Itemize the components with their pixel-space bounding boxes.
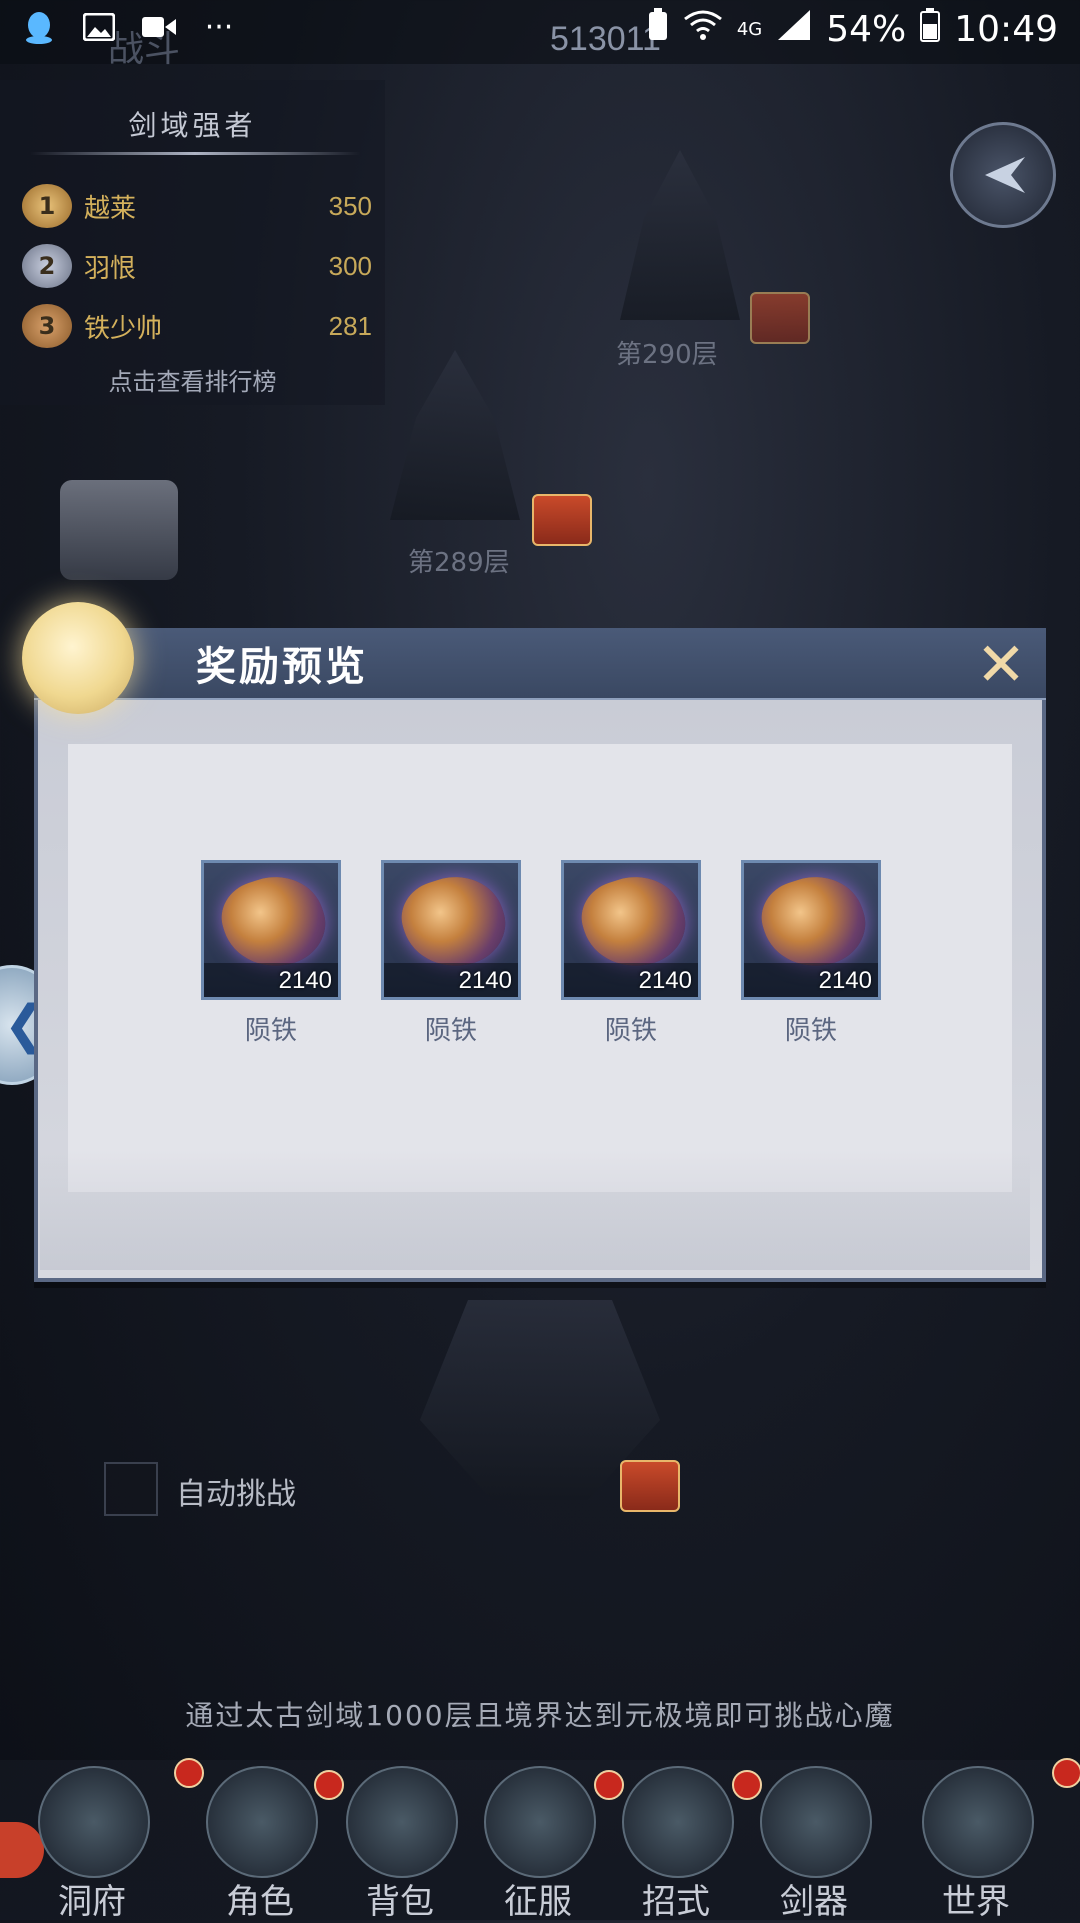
cave-house-icon: [38, 1766, 150, 1878]
qq-icon: [22, 10, 56, 44]
close-icon: ✕: [975, 630, 1027, 700]
back-button[interactable]: [950, 122, 1056, 228]
notification-badge: [1052, 1758, 1080, 1788]
reward-item[interactable]: 2140: [381, 860, 521, 1000]
video-icon: [142, 10, 176, 44]
reward-item[interactable]: 2140: [561, 860, 701, 1000]
crossed-swords-icon: [484, 1766, 596, 1878]
gift-icon[interactable]: [532, 494, 592, 546]
rank-name: 越莱: [84, 193, 137, 224]
floor-label: 第289层: [408, 548, 510, 578]
signal-icon: [776, 8, 812, 51]
item-count: 2140: [278, 967, 332, 994]
image-icon: [82, 10, 116, 44]
moon-ornament-icon: [22, 602, 134, 714]
dialog-title: 奖励预览: [196, 643, 368, 690]
floor-label: 第290层: [616, 340, 718, 370]
backpack-icon: [346, 1766, 458, 1878]
nav-label: 世界: [942, 1882, 1010, 1922]
rank-score: 300: [328, 250, 372, 281]
clock: 10:49: [954, 9, 1058, 50]
reward-item[interactable]: 2140: [201, 860, 341, 1000]
dialog-header: [34, 628, 1046, 700]
nav-dongfu[interactable]: 洞府: [30, 1766, 154, 1922]
rank-score: 350: [328, 190, 372, 221]
item-name: 陨铁: [784, 1016, 837, 1046]
tower-floor-289: [390, 350, 520, 520]
status-left-icons: ···: [22, 9, 236, 45]
rank-badge: 3: [22, 304, 72, 348]
battery-icon: [920, 8, 941, 51]
nav-world[interactable]: 世界: [914, 1766, 1038, 1922]
scroll-icon: [622, 1766, 734, 1878]
tower-floor-290: [620, 150, 740, 320]
auto-challenge-label: 自动挑战: [176, 1477, 296, 1512]
network-type: 4G: [736, 19, 763, 40]
world-map-icon: [922, 1766, 1034, 1878]
reward-item[interactable]: 2140: [741, 860, 881, 1000]
treasure-chest-icon[interactable]: [60, 480, 178, 580]
score-faint: 513011: [550, 20, 661, 58]
nav-bag[interactable]: 背包: [338, 1766, 462, 1922]
rank-row: 3 铁少帅 281: [22, 302, 372, 350]
gift-icon[interactable]: [620, 1460, 680, 1512]
item-name: 陨铁: [244, 1016, 297, 1046]
divider: [30, 152, 360, 155]
rank-row: 1 越莱 350: [22, 182, 372, 230]
rank-badge: 2: [22, 244, 72, 288]
nav-sword[interactable]: 剑器: [752, 1766, 876, 1922]
item-count: 2140: [818, 967, 872, 994]
item-name: 陨铁: [604, 1016, 657, 1046]
more-icon: ···: [204, 9, 234, 45]
rank-name: 铁少帅: [84, 313, 163, 344]
view-leaderboard-link[interactable]: 点击查看排行榜: [0, 362, 385, 397]
status-right: 4G 54% 10:49: [647, 8, 1058, 51]
close-button[interactable]: ✕: [972, 630, 1030, 700]
nav-moves[interactable]: 招式: [614, 1766, 738, 1922]
battery-saver-icon: [647, 8, 669, 51]
gift-icon[interactable]: [750, 292, 810, 344]
nav-label: 角色: [226, 1882, 294, 1922]
character-icon: [206, 1766, 318, 1878]
item-count: 2140: [458, 967, 512, 994]
sword-forge-icon: [760, 1766, 872, 1878]
nav-label: 背包: [366, 1882, 434, 1922]
rank-badge: 1: [22, 184, 72, 228]
nav-role[interactable]: 角色: [198, 1766, 322, 1922]
nav-label: 征服: [504, 1882, 572, 1922]
auto-challenge-checkbox[interactable]: [104, 1462, 158, 1516]
rank-row: 2 羽恨 300: [22, 242, 372, 290]
challenge-tip: 通过太古剑域1000层且境界达到元极境即可挑战心魔: [185, 1699, 895, 1732]
item-count: 2140: [638, 967, 692, 994]
mountain-mist-decoration: [40, 1150, 1030, 1270]
rank-score: 281: [328, 310, 372, 341]
rank-name: 羽恨: [84, 253, 137, 284]
wifi-icon: [683, 9, 723, 50]
back-arrow-icon: [985, 157, 1025, 193]
nav-label: 剑器: [780, 1882, 848, 1922]
nav-conquer[interactable]: 征服: [476, 1766, 600, 1922]
nav-label: 招式: [642, 1882, 710, 1922]
item-name: 陨铁: [424, 1016, 477, 1046]
battery-percent: 54%: [826, 9, 907, 50]
nav-label: 洞府: [58, 1882, 126, 1922]
leaderboard-title: 剑域强者: [128, 109, 257, 142]
